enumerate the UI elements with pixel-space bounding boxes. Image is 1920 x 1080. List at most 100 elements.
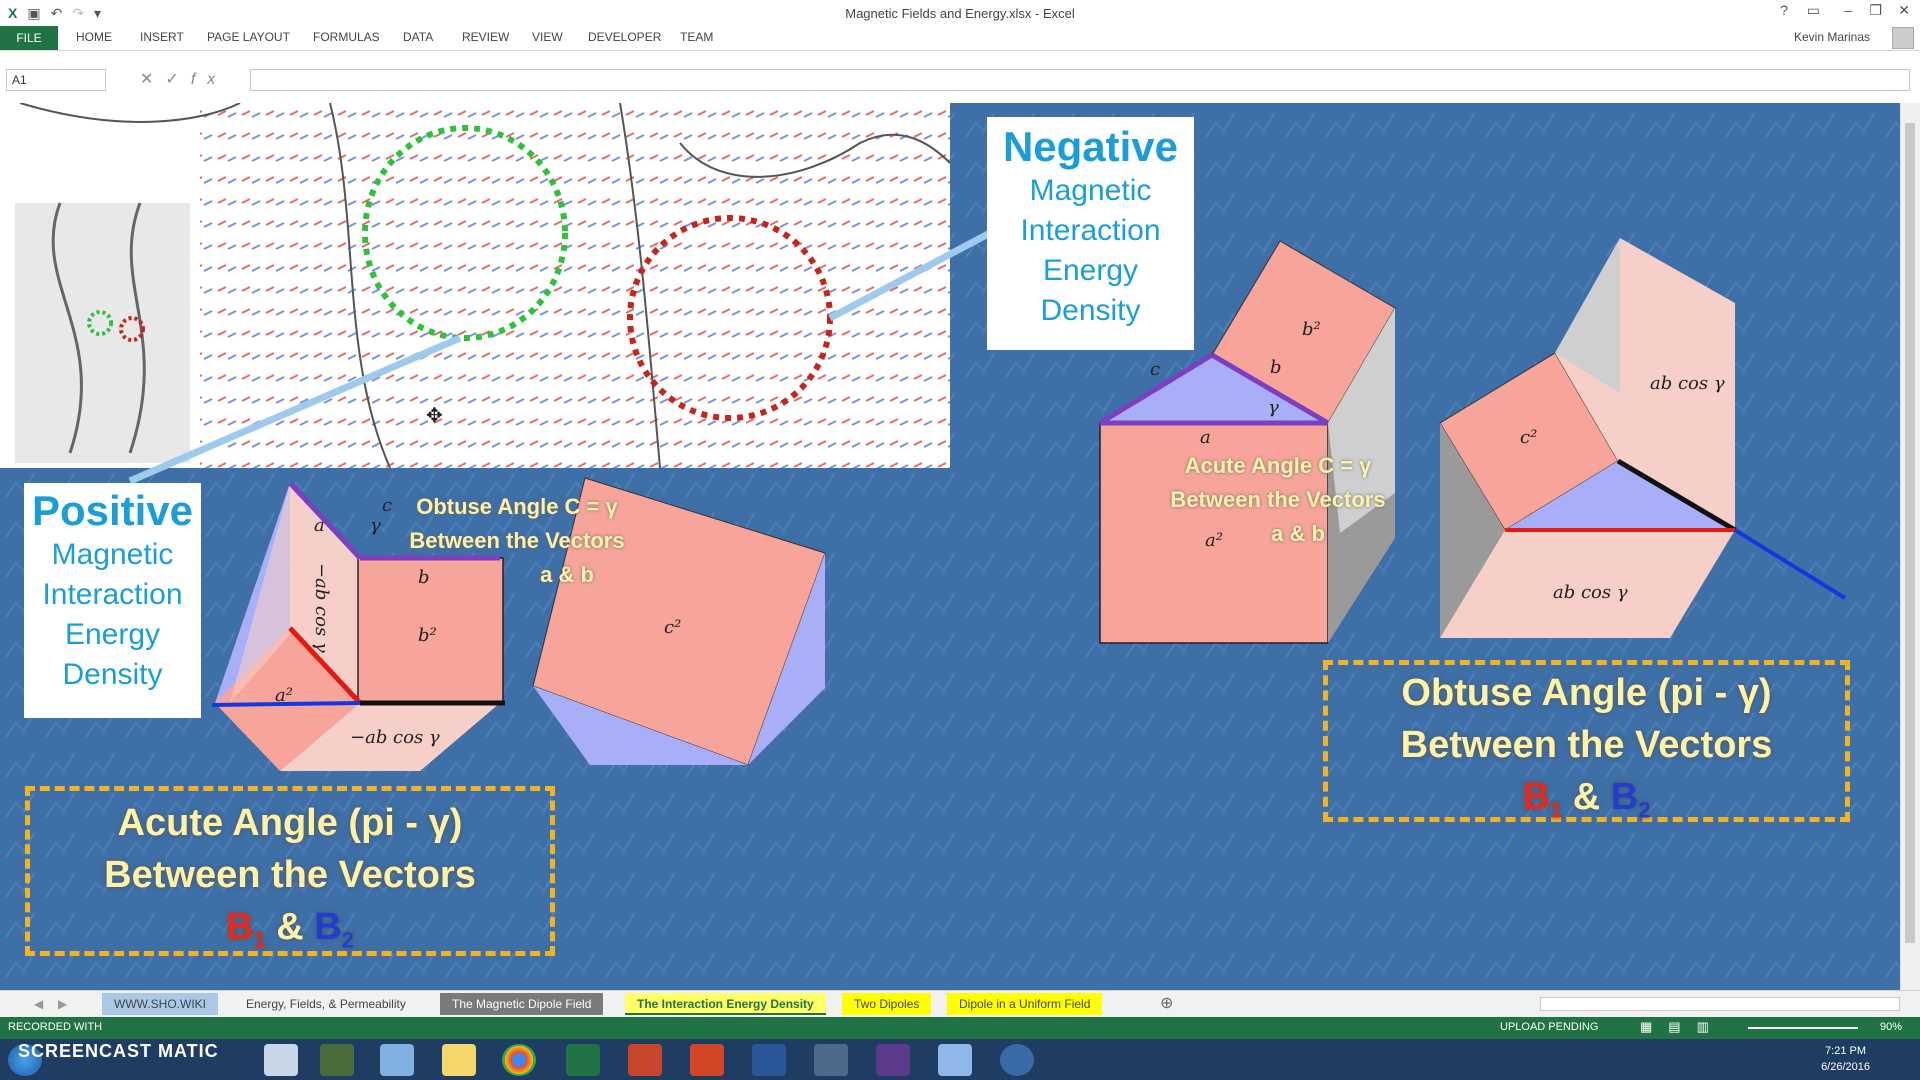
sheet-tab-magnetic-dipole[interactable]: The Magnetic Dipole Field [440, 993, 604, 1015]
name-box[interactable]: A1 [6, 69, 106, 91]
terminal-icon[interactable] [320, 1044, 354, 1076]
positive-line-3: Energy [64, 618, 161, 651]
word-icon[interactable] [752, 1044, 786, 1076]
positive-line-1: Magnetic [51, 538, 174, 571]
file-explorer-icon[interactable] [442, 1044, 476, 1076]
field-plot-image[interactable] [0, 103, 951, 469]
acute-box-vectors: B1 & B2 [30, 901, 550, 967]
clock-date: 6/26/2016 [1821, 1061, 1870, 1073]
label-b2-right: b² [1302, 319, 1321, 340]
ribbon-display-options-icon[interactable]: ▭ [1807, 2, 1820, 19]
formula-bar: A1 ✕✓fx [0, 63, 1920, 97]
app-icon-4[interactable] [876, 1044, 910, 1076]
excel-icon[interactable] [566, 1044, 600, 1076]
vertical-scrollbar[interactable] [1900, 103, 1920, 990]
label-neg-abcos: −ab cos γ [350, 727, 440, 748]
cancel-icon[interactable]: ✕ [140, 71, 165, 88]
tab-view[interactable]: VIEW [532, 30, 563, 44]
sheet-tab-two-dipoles[interactable]: Two Dipoles [842, 993, 932, 1015]
b2-symbol: B [1610, 776, 1639, 818]
tab-file[interactable]: FILE [0, 26, 58, 50]
upload-pending[interactable]: UPLOAD PENDING [1500, 1021, 1598, 1033]
insert-function-icon[interactable]: fx [191, 71, 227, 88]
calculator-icon[interactable] [264, 1044, 298, 1076]
tab-formulas[interactable]: FORMULAS [313, 30, 380, 44]
next-sheet-icon[interactable]: ▶ [46, 993, 79, 1015]
label-abcos-top: ab cos γ [1650, 373, 1725, 394]
b1-symbol: B [1522, 776, 1550, 818]
zoom-level[interactable]: 90% [1880, 1021, 1902, 1033]
negative-line-1: Magnetic [1029, 174, 1152, 207]
user-name[interactable]: Kevin Marinas [1794, 30, 1870, 44]
label-c2: c² [664, 617, 681, 638]
formula-input[interactable] [250, 69, 1910, 91]
b1-subscript: 1 [1549, 797, 1563, 823]
close-button[interactable]: ✕ [1898, 2, 1910, 19]
status-left: RECORDED WITH [8, 1021, 103, 1033]
taskbar: SCREENCAST MATIC 7:21 PM 6/26/2016 [0, 1039, 1920, 1080]
obtuse-box-line-1: Obtuse Angle (pi - γ) [1401, 672, 1772, 714]
powerpoint-icon[interactable] [690, 1044, 724, 1076]
label-abcos-bottom: ab cos γ [1553, 582, 1628, 603]
avatar[interactable] [1892, 27, 1914, 49]
tab-team[interactable]: TEAM [680, 30, 713, 44]
acute-label-line-2: Between the Vectors [1170, 487, 1386, 512]
label-c2-right: c² [1520, 427, 1537, 448]
enter-icon[interactable]: ✓ [165, 71, 190, 88]
horizontal-scrollbar[interactable] [1540, 997, 1900, 1011]
app-icon-3[interactable] [814, 1044, 848, 1076]
help-button[interactable]: ? [1780, 2, 1788, 18]
positive-label-box[interactable]: Positive Magnetic Interaction Energy Den… [24, 483, 201, 718]
positive-title: Positive [31, 487, 194, 534]
new-sheet-icon[interactable]: ⊕ [1148, 993, 1185, 1015]
scroll-thumb[interactable] [1905, 123, 1915, 943]
zoom-slider[interactable] [1748, 1027, 1858, 1029]
app-icon-5[interactable] [938, 1044, 972, 1076]
positive-line-2: Interaction [42, 578, 183, 611]
acute-box-line-1: Acute Angle (pi - γ) [117, 802, 463, 844]
view-buttons[interactable]: ▦▤▥ [1640, 1019, 1725, 1035]
acute-angle-c-label: Acute Angle C = γ Between the Vectors a … [1148, 449, 1408, 551]
worksheet-canvas[interactable]: a c b γ b² c² a² −ab cos γ −ab cos γ c b… [0, 103, 1900, 990]
negative-line-4: Density [1040, 294, 1141, 327]
tab-developer[interactable]: DEVELOPER [588, 30, 661, 44]
label-a: a [314, 515, 325, 536]
obtuse-box-line-2: Between the Vectors [1400, 724, 1773, 766]
chrome-icon[interactable] [502, 1044, 536, 1076]
app-icon-6[interactable] [1000, 1044, 1034, 1076]
acute-angle-box[interactable]: Acute Angle (pi - γ) Between the Vectors… [25, 786, 555, 956]
app-icon-2[interactable] [628, 1044, 662, 1076]
screencast-watermark: SCREENCAST MATIC [18, 1041, 219, 1061]
tab-review[interactable]: REVIEW [462, 30, 509, 44]
sheet-tab-www-sho-wiki[interactable]: WWW.SHO.WIKI [102, 993, 218, 1015]
b2-subscript: 2 [341, 927, 354, 953]
obtuse-angle-box[interactable]: Obtuse Angle (pi - γ) Between the Vector… [1323, 660, 1850, 823]
negative-line-3: Energy [1042, 254, 1139, 287]
b2-symbol: B [314, 906, 342, 948]
tab-data[interactable]: DATA [403, 30, 433, 44]
sheet-tab-interaction-energy[interactable]: The Interaction Energy Density [625, 993, 826, 1015]
ampersand: & [276, 906, 304, 948]
obtuse-label-line-2: Between the Vectors [409, 528, 625, 553]
tab-home[interactable]: HOME [76, 30, 112, 44]
b2-subscript: 2 [1638, 797, 1651, 823]
window-title: Magnetic Fields and Energy.xlsx - Excel [845, 6, 1075, 21]
label-gamma-right: γ [1268, 397, 1279, 418]
label-c: c [382, 495, 392, 516]
negative-label-box[interactable]: Negative Magnetic Interaction Energy Den… [987, 117, 1194, 350]
formula-icons: ✕✓fx [140, 69, 227, 89]
tab-insert[interactable]: INSERT [140, 30, 184, 44]
label-gamma: γ [370, 515, 381, 536]
b1-subscript: 1 [253, 927, 266, 953]
minimize-button[interactable]: – [1844, 2, 1852, 18]
sheet-tab-dipole-uniform[interactable]: Dipole in a Uniform Field [947, 993, 1103, 1015]
app-icon[interactable] [380, 1044, 414, 1076]
obtuse-label-line-1: Obtuse Angle C = γ [416, 494, 618, 519]
restore-button[interactable]: ❐ [1869, 2, 1882, 19]
negative-title: Negative [1002, 123, 1179, 170]
clock[interactable]: 7:21 PM 6/26/2016 [1821, 1043, 1870, 1075]
tab-page-layout[interactable]: PAGE LAYOUT [207, 30, 290, 44]
title-bar: X ▣ ↶ ↷ ▾ Magnetic Fields and Energy.xls… [0, 0, 1920, 26]
sheet-tab-energy-fields[interactable]: Energy, Fields, & Permeability [234, 993, 418, 1015]
positive-line-4: Density [62, 658, 163, 691]
